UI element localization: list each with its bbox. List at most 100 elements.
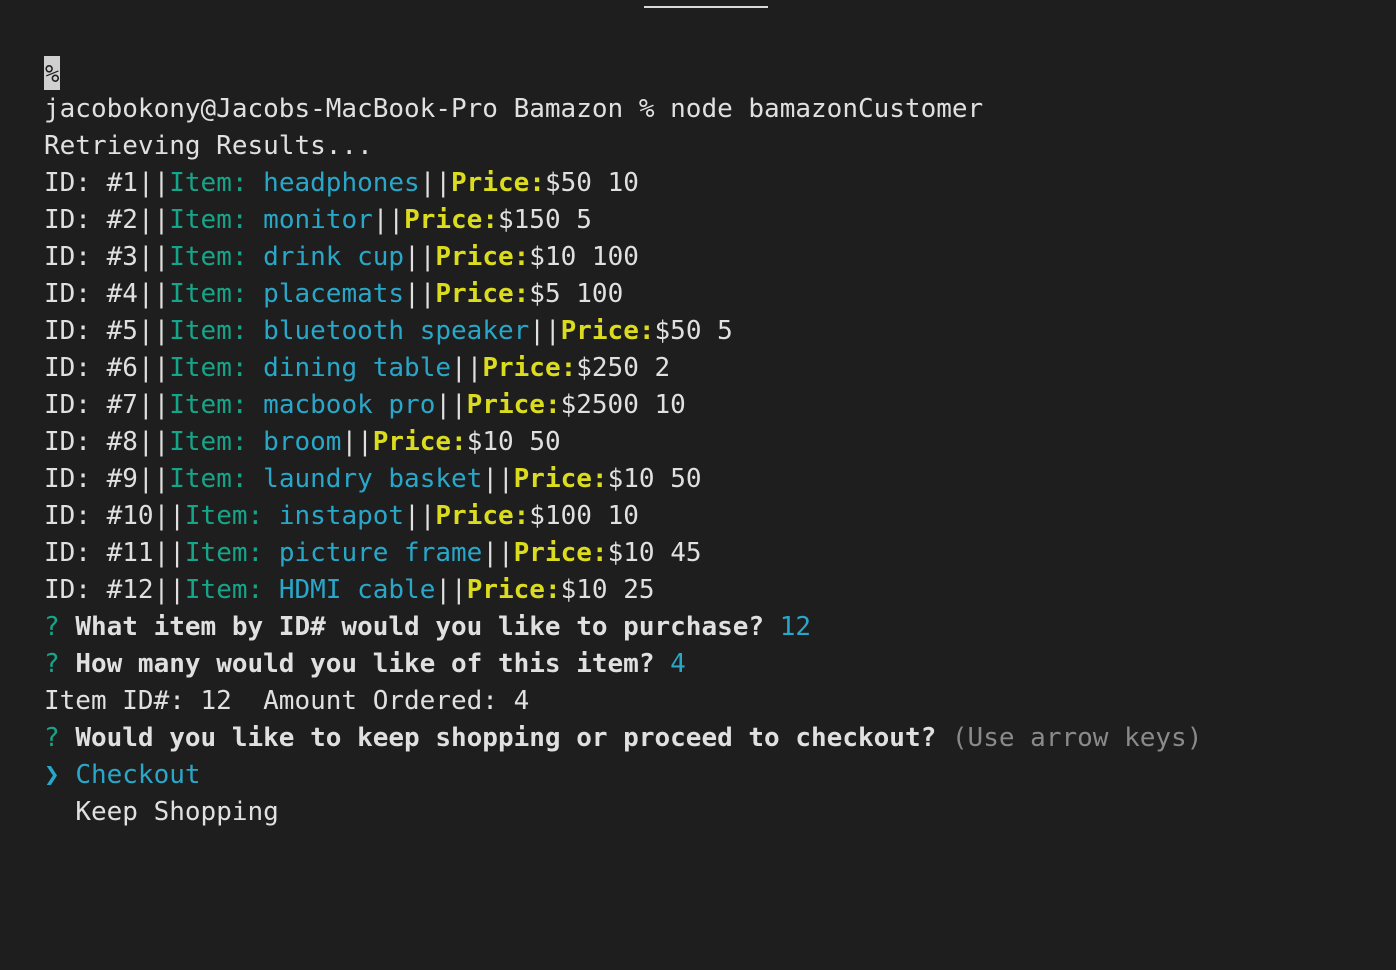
separator: || (153, 575, 185, 605)
item-label: Item: (169, 205, 264, 235)
price-label: Price: (466, 390, 561, 420)
separator: || (137, 353, 170, 383)
product-name: broom (263, 427, 342, 457)
product-quantity: 50 (670, 464, 702, 494)
product-name: HDMI cable (278, 575, 436, 605)
product-quantity: 2 (654, 353, 671, 383)
separator: || (137, 279, 170, 309)
choice-label: Checkout (75, 760, 201, 790)
product-price: $10 (466, 427, 514, 457)
separator: || (372, 205, 405, 235)
separator: || (153, 501, 185, 531)
separator: || (529, 316, 561, 346)
product-quantity: 100 (576, 279, 624, 309)
product-row: ID: #7||Item: macbook pro||Price:$2500 1… (44, 387, 1376, 424)
separator: || (435, 390, 467, 420)
product-quantity: 100 (591, 242, 639, 272)
product-price: $50 (544, 168, 592, 198)
id-label: ID: (44, 316, 107, 346)
prompt-marker: % (44, 55, 61, 90)
id-label: ID: (44, 575, 107, 605)
separator: || (419, 168, 452, 198)
question-mark: ? (44, 612, 60, 642)
item-label: Item: (184, 501, 279, 531)
separator: || (451, 353, 483, 383)
product-price: $50 (654, 316, 702, 346)
separator: || (137, 168, 170, 198)
choice-checkout[interactable]: ❯ Checkout (44, 757, 1376, 794)
product-quantity: 5 (717, 316, 733, 346)
id-label: ID: (44, 538, 107, 568)
choice-label: Keep Shopping (75, 797, 279, 827)
separator: || (482, 464, 514, 494)
product-name: bluetooth speaker (263, 316, 530, 346)
separator: || (137, 316, 170, 346)
id-label: ID: (44, 242, 107, 272)
product-name: placemats (263, 279, 405, 309)
product-row: ID: #10||Item: instapot||Price:$100 10 (44, 498, 1376, 535)
product-row: ID: #8||Item: broom||Price:$10 50 (44, 424, 1376, 461)
previous-prompt-line: % (44, 54, 1376, 91)
terminal-window[interactable]: % jacobokony@Jacobs-MacBook-Pro Bamazon … (0, 0, 1396, 970)
item-label: Item: (169, 279, 264, 309)
product-id: #11 (106, 538, 154, 568)
item-label: Item: (169, 353, 264, 383)
product-quantity: 10 (654, 390, 686, 420)
price-label: Price: (451, 168, 545, 198)
product-price: $10 (560, 575, 608, 605)
product-price: $10 (607, 538, 655, 568)
question-line-1: ? What item by ID# would you like to pur… (44, 609, 1376, 646)
product-id: #12 (106, 575, 154, 605)
product-name: instapot (278, 501, 405, 531)
product-id: #8 (106, 427, 138, 457)
answer-text: 4 (670, 649, 686, 679)
product-name: drink cup (263, 242, 405, 272)
item-label: Item: (169, 316, 264, 346)
product-price: $100 (529, 501, 592, 531)
price-label: Price: (435, 279, 530, 309)
product-row: ID: #4||Item: placemats||Price:$5 100 (44, 276, 1376, 313)
product-price: $250 (576, 353, 639, 383)
separator: || (404, 279, 436, 309)
product-id: #5 (106, 316, 138, 346)
product-price: $10 (529, 242, 577, 272)
price-label: Price: (372, 427, 467, 457)
separator: || (435, 575, 467, 605)
product-name: macbook pro (263, 390, 436, 420)
id-label: ID: (44, 205, 107, 235)
item-label: Item: (169, 390, 264, 420)
product-id: #10 (106, 501, 154, 531)
product-price: $150 (497, 205, 561, 235)
product-id: #7 (106, 390, 138, 420)
question-text: How many would you like of this item? (75, 649, 655, 679)
product-id: #9 (106, 464, 138, 494)
product-price: $2500 (560, 390, 639, 420)
price-label: Price: (482, 353, 577, 383)
product-id: #3 (106, 242, 138, 272)
product-quantity: 25 (623, 575, 655, 605)
product-name: picture frame (278, 538, 483, 568)
question-line-3: ? Would you like to keep shopping or pro… (44, 720, 1376, 757)
product-row: ID: #5||Item: bluetooth speaker||Price:$… (44, 313, 1376, 350)
question-mark: ? (44, 723, 60, 753)
product-id: #1 (106, 168, 138, 198)
item-label: Item: (169, 464, 264, 494)
id-label: ID: (44, 168, 107, 198)
product-name: headphones (263, 168, 420, 198)
separator: || (341, 427, 373, 457)
choice-keep-shopping[interactable]: Keep Shopping (44, 794, 1376, 831)
separator: || (137, 242, 170, 272)
id-label: ID: (44, 501, 107, 531)
price-label: Price: (513, 538, 608, 568)
price-label: Price: (404, 205, 498, 235)
separator: || (482, 538, 514, 568)
separator: || (404, 242, 436, 272)
question-mark: ? (44, 649, 60, 679)
